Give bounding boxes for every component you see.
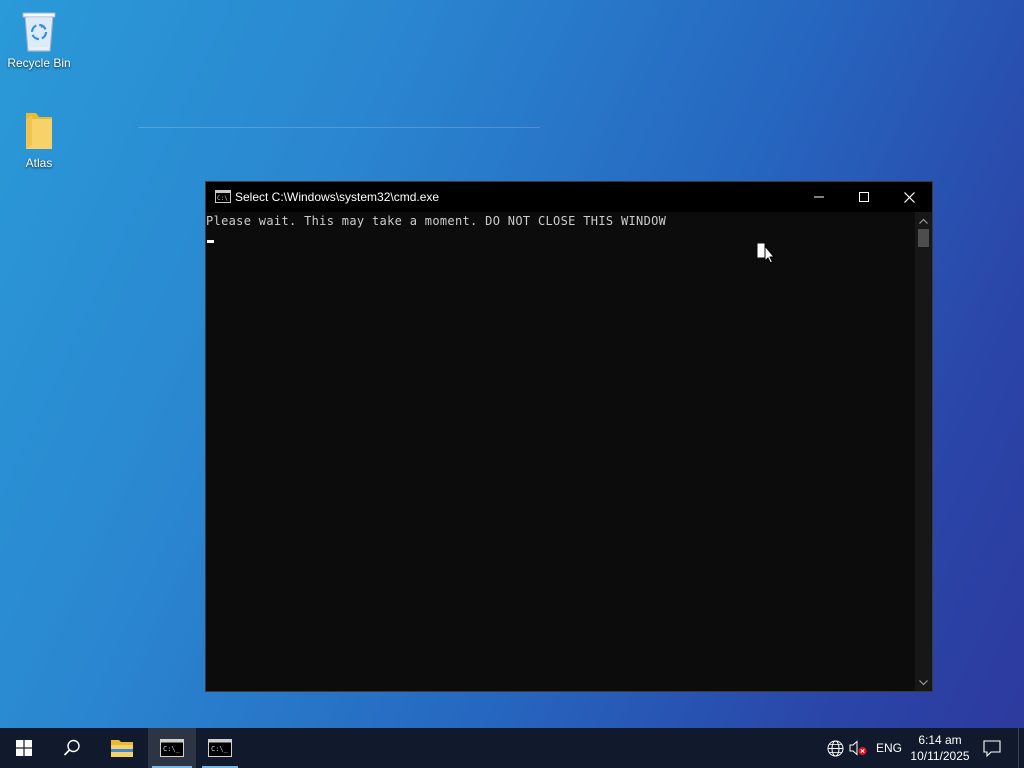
taskbar-cmd[interactable]: C:\_ <box>198 728 242 768</box>
desktop-icon-atlas[interactable]: Atlas <box>1 106 77 170</box>
cmd-icon: C:\_ <box>208 739 232 757</box>
vertical-scrollbar[interactable] <box>915 212 932 691</box>
text-cursor <box>207 240 214 243</box>
desktop: Recycle Bin Atlas C:\ Select C:\Windows\… <box>0 0 1024 728</box>
clock-time: 6:14 am <box>918 733 962 747</box>
taskbar-file-explorer[interactable] <box>98 728 146 768</box>
desktop-icon-label: Atlas <box>25 156 53 170</box>
svg-text:C:\: C:\ <box>217 195 228 202</box>
scrollbar-thumb[interactable] <box>918 229 929 247</box>
window-title: Select C:\Windows\system32\cmd.exe <box>235 190 440 204</box>
show-desktop-button[interactable] <box>1018 728 1024 768</box>
minimize-button[interactable] <box>796 182 842 212</box>
clock-date: 10/11/2025 <box>910 749 970 763</box>
mouse-pointer-icon <box>757 243 777 270</box>
globe-icon <box>827 740 843 756</box>
windows-logo-icon <box>16 740 32 756</box>
scroll-up-arrow-icon[interactable] <box>915 212 932 229</box>
cmd-icon: C:\ <box>215 190 231 203</box>
maximize-button[interactable] <box>841 182 887 212</box>
folder-icon <box>15 106 63 154</box>
svg-text:C:\_: C:\_ <box>163 745 181 753</box>
taskbar-cmd-active[interactable]: C:\_ <box>148 728 196 768</box>
input-language-indicator[interactable]: ENG <box>876 741 902 755</box>
volume-button[interactable] <box>847 728 869 768</box>
cmd-window[interactable]: C:\ Select C:\Windows\system32\cmd.exe P… <box>205 181 933 692</box>
console-line: Please wait. This may take a moment. DO … <box>206 214 667 228</box>
clock[interactable]: 6:14 am 10/11/2025 <box>902 732 978 764</box>
console-output[interactable]: Please wait. This may take a moment. DO … <box>206 212 915 691</box>
desktop-icon-label: Recycle Bin <box>7 56 71 70</box>
cmd-icon: C:\_ <box>160 739 184 757</box>
window-titlebar[interactable]: C:\ Select C:\Windows\system32\cmd.exe <box>206 182 932 212</box>
network-button[interactable] <box>824 728 846 768</box>
desktop-icon-recycle-bin[interactable]: Recycle Bin <box>1 6 77 70</box>
scroll-down-arrow-icon[interactable] <box>915 674 932 691</box>
search-icon <box>63 739 80 756</box>
search-button[interactable] <box>48 728 96 768</box>
taskbar: C:\_ C:\_ ENG 6:14 am 10/11/2025 <box>0 728 1024 768</box>
recycle-bin-icon <box>15 6 63 54</box>
start-button[interactable] <box>0 728 48 768</box>
speaker-muted-icon <box>849 740 867 756</box>
svg-text:C:\_: C:\_ <box>211 745 229 753</box>
decorative-line <box>138 127 540 128</box>
notification-icon <box>983 739 1001 757</box>
close-button[interactable] <box>886 182 932 212</box>
action-center-button[interactable] <box>978 728 1006 768</box>
folder-icon <box>111 740 133 757</box>
